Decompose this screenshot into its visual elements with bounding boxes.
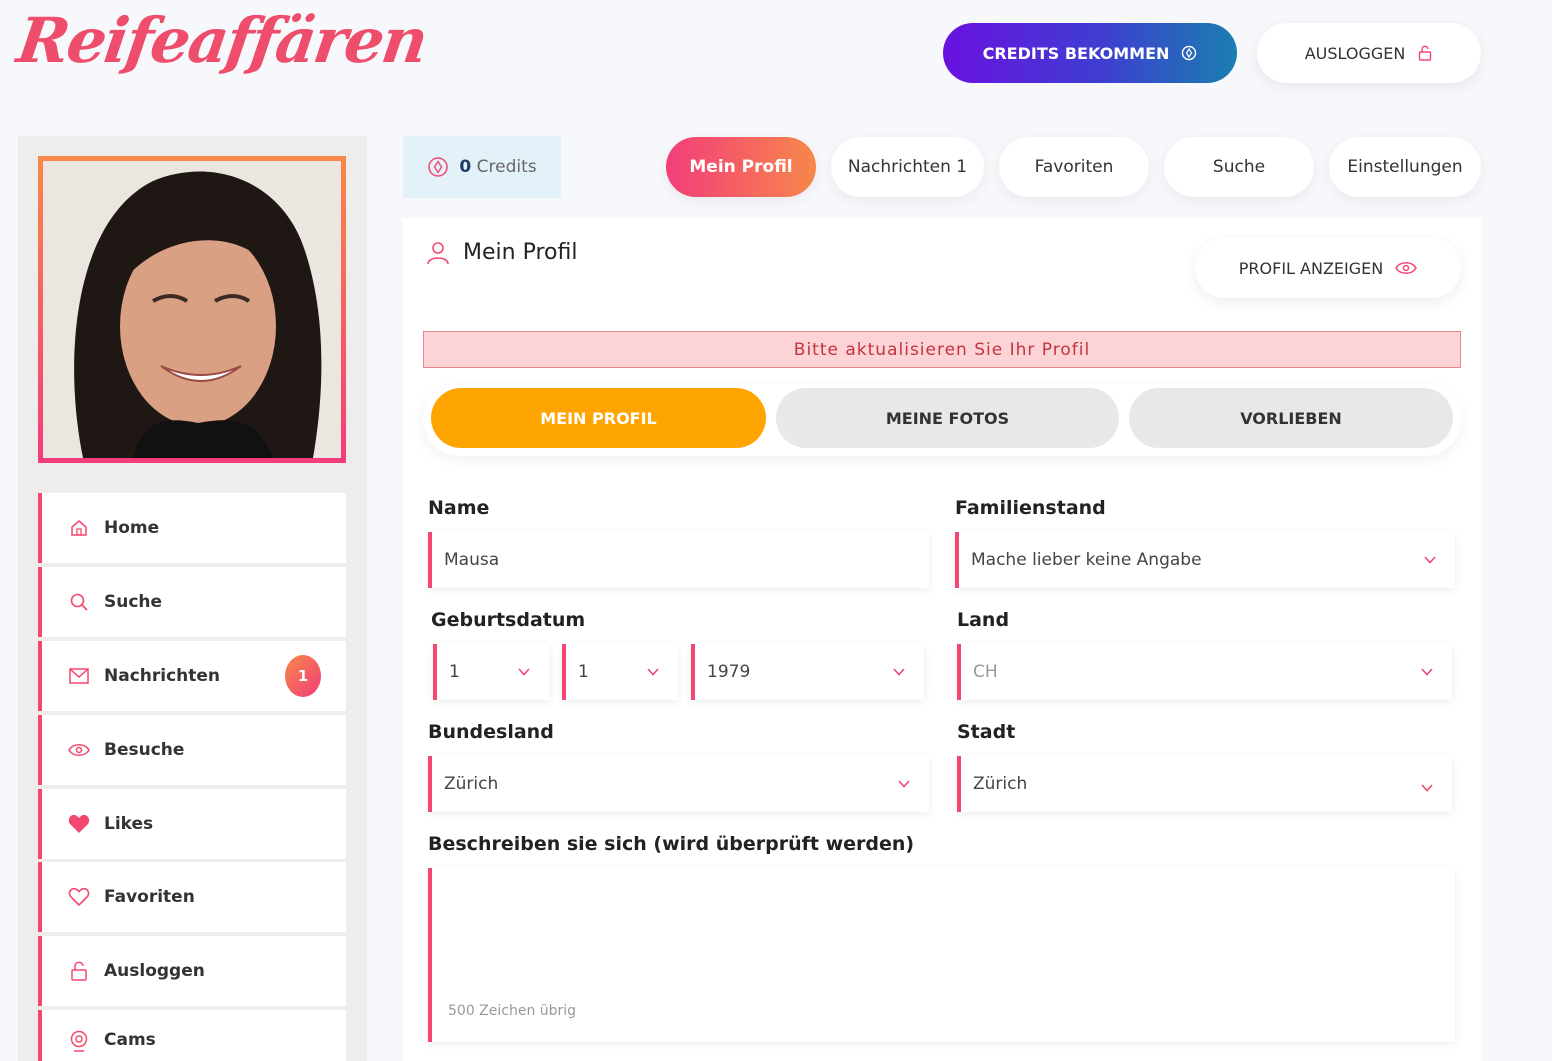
profile-photo[interactable] xyxy=(38,156,346,463)
birthdate-label: Geburtsdatum xyxy=(431,609,586,631)
chevron-down-icon xyxy=(1421,784,1433,792)
chevron-down-icon xyxy=(893,668,905,676)
credits-balance[interactable]: 0 Credits xyxy=(403,136,561,198)
marital-status-label: Familienstand xyxy=(955,497,1106,519)
subtab-mein-profil[interactable]: MEIN PROFIL xyxy=(431,388,766,448)
tab-nachrichten[interactable]: Nachrichten 1 xyxy=(831,137,984,197)
tab-mein-profil[interactable]: Mein Profil xyxy=(666,137,816,197)
country-select[interactable]: CH xyxy=(957,644,1452,700)
webcam-icon xyxy=(68,1030,90,1052)
sidebar-item-label: Besuche xyxy=(104,740,185,760)
heart-filled-icon xyxy=(68,813,90,835)
state-select[interactable]: Zürich xyxy=(428,756,929,812)
chevron-down-icon xyxy=(1421,668,1433,676)
name-label: Name xyxy=(428,497,490,519)
coin-icon xyxy=(1182,45,1197,61)
sidebar-item-label: Home xyxy=(104,518,160,538)
sidebar-item-label: Favoriten xyxy=(104,887,195,907)
unlock-icon xyxy=(1419,45,1432,61)
city-label: Stadt xyxy=(957,721,1016,743)
name-input[interactable]: Mausa xyxy=(428,532,929,588)
home-icon xyxy=(68,517,90,539)
state-label: Bundesland xyxy=(428,721,554,743)
marital-status-select[interactable]: Mache lieber keine Angabe xyxy=(955,532,1455,588)
logout-top-button[interactable]: AUSLOGGEN xyxy=(1257,23,1481,83)
character-counter: 500 Zeichen übrig xyxy=(448,1003,577,1019)
tab-favoriten[interactable]: Favoriten xyxy=(999,137,1149,197)
description-label: Beschreiben sie sich (wird überprüft wer… xyxy=(428,833,915,855)
sidebar-item-favoriten[interactable]: Favoriten xyxy=(38,862,346,932)
city-value: Zürich xyxy=(973,774,1028,794)
birth-month-select[interactable]: 1 xyxy=(562,644,678,700)
sidebar-item-label: Suche xyxy=(104,592,163,612)
sidebar-item-label: Cams xyxy=(104,1030,156,1050)
sidebar-item-home[interactable]: Home xyxy=(38,493,346,563)
birth-year-select[interactable]: 1979 xyxy=(691,644,924,700)
get-credits-label: CREDITS BEKOMMEN xyxy=(982,43,1170,63)
coin-icon xyxy=(428,157,449,177)
view-profile-button[interactable]: PROFIL ANZEIGEN xyxy=(1195,238,1461,298)
get-credits-button[interactable]: CREDITS BEKOMMEN xyxy=(943,23,1237,83)
sidebar-item-cams[interactable]: Cams xyxy=(38,1010,346,1061)
birth-month-value: 1 xyxy=(578,662,589,682)
birth-day-select[interactable]: 1 xyxy=(433,644,549,700)
tab-einstellungen[interactable]: Einstellungen xyxy=(1329,137,1481,197)
name-value: Mausa xyxy=(444,550,500,570)
page-title: Mein Profil xyxy=(463,240,578,265)
marital-status-value: Mache lieber keine Angabe xyxy=(971,550,1202,570)
search-icon xyxy=(68,591,90,613)
city-select[interactable]: Zürich xyxy=(957,756,1452,812)
sidebar-item-nachrichten[interactable]: Nachrichten 1 xyxy=(38,641,346,711)
sidebar-item-label: Ausloggen xyxy=(104,961,205,981)
subtab-vorlieben[interactable]: VORLIEBEN xyxy=(1129,388,1453,448)
tab-suche[interactable]: Suche xyxy=(1164,137,1314,197)
chevron-down-icon xyxy=(898,780,910,788)
sidebar-item-likes[interactable]: Likes xyxy=(38,789,346,859)
sidebar-item-label: Nachrichten xyxy=(104,666,221,686)
subtab-meine-fotos[interactable]: MEINE FOTOS xyxy=(776,388,1119,448)
sidebar-item-label: Likes xyxy=(104,814,154,834)
mail-icon xyxy=(68,665,90,687)
brand-logo[interactable]: Reifeaffären xyxy=(13,4,431,77)
card-header: Mein Profil xyxy=(427,240,577,265)
heart-outline-icon xyxy=(68,886,90,908)
unread-badge: 1 xyxy=(285,655,321,697)
country-value: CH xyxy=(973,662,998,682)
logout-top-label: AUSLOGGEN xyxy=(1304,43,1406,63)
birth-year-value: 1979 xyxy=(707,662,751,682)
sidebar-item-ausloggen[interactable]: Ausloggen xyxy=(38,936,346,1006)
birth-day-value: 1 xyxy=(449,662,460,682)
unlock-icon xyxy=(68,960,90,982)
user-icon xyxy=(427,241,449,264)
view-profile-label: PROFIL ANZEIGEN xyxy=(1238,258,1384,278)
sidebar-item-besuche[interactable]: Besuche xyxy=(38,715,346,785)
chevron-down-icon xyxy=(1424,556,1436,564)
chevron-down-icon xyxy=(647,668,659,676)
credits-label: Credits xyxy=(476,157,537,177)
description-textarea[interactable] xyxy=(428,868,1455,1042)
portrait-image xyxy=(43,161,341,458)
sidebar-item-suche[interactable]: Suche xyxy=(38,567,346,637)
credits-count: 0 xyxy=(459,157,472,177)
state-value: Zürich xyxy=(444,774,499,794)
country-label: Land xyxy=(957,609,1010,631)
chevron-down-icon xyxy=(518,668,530,676)
update-profile-alert: Bitte aktualisieren Sie Ihr Profil xyxy=(423,331,1461,368)
eye-icon xyxy=(1395,262,1418,274)
eye-icon xyxy=(68,739,90,761)
